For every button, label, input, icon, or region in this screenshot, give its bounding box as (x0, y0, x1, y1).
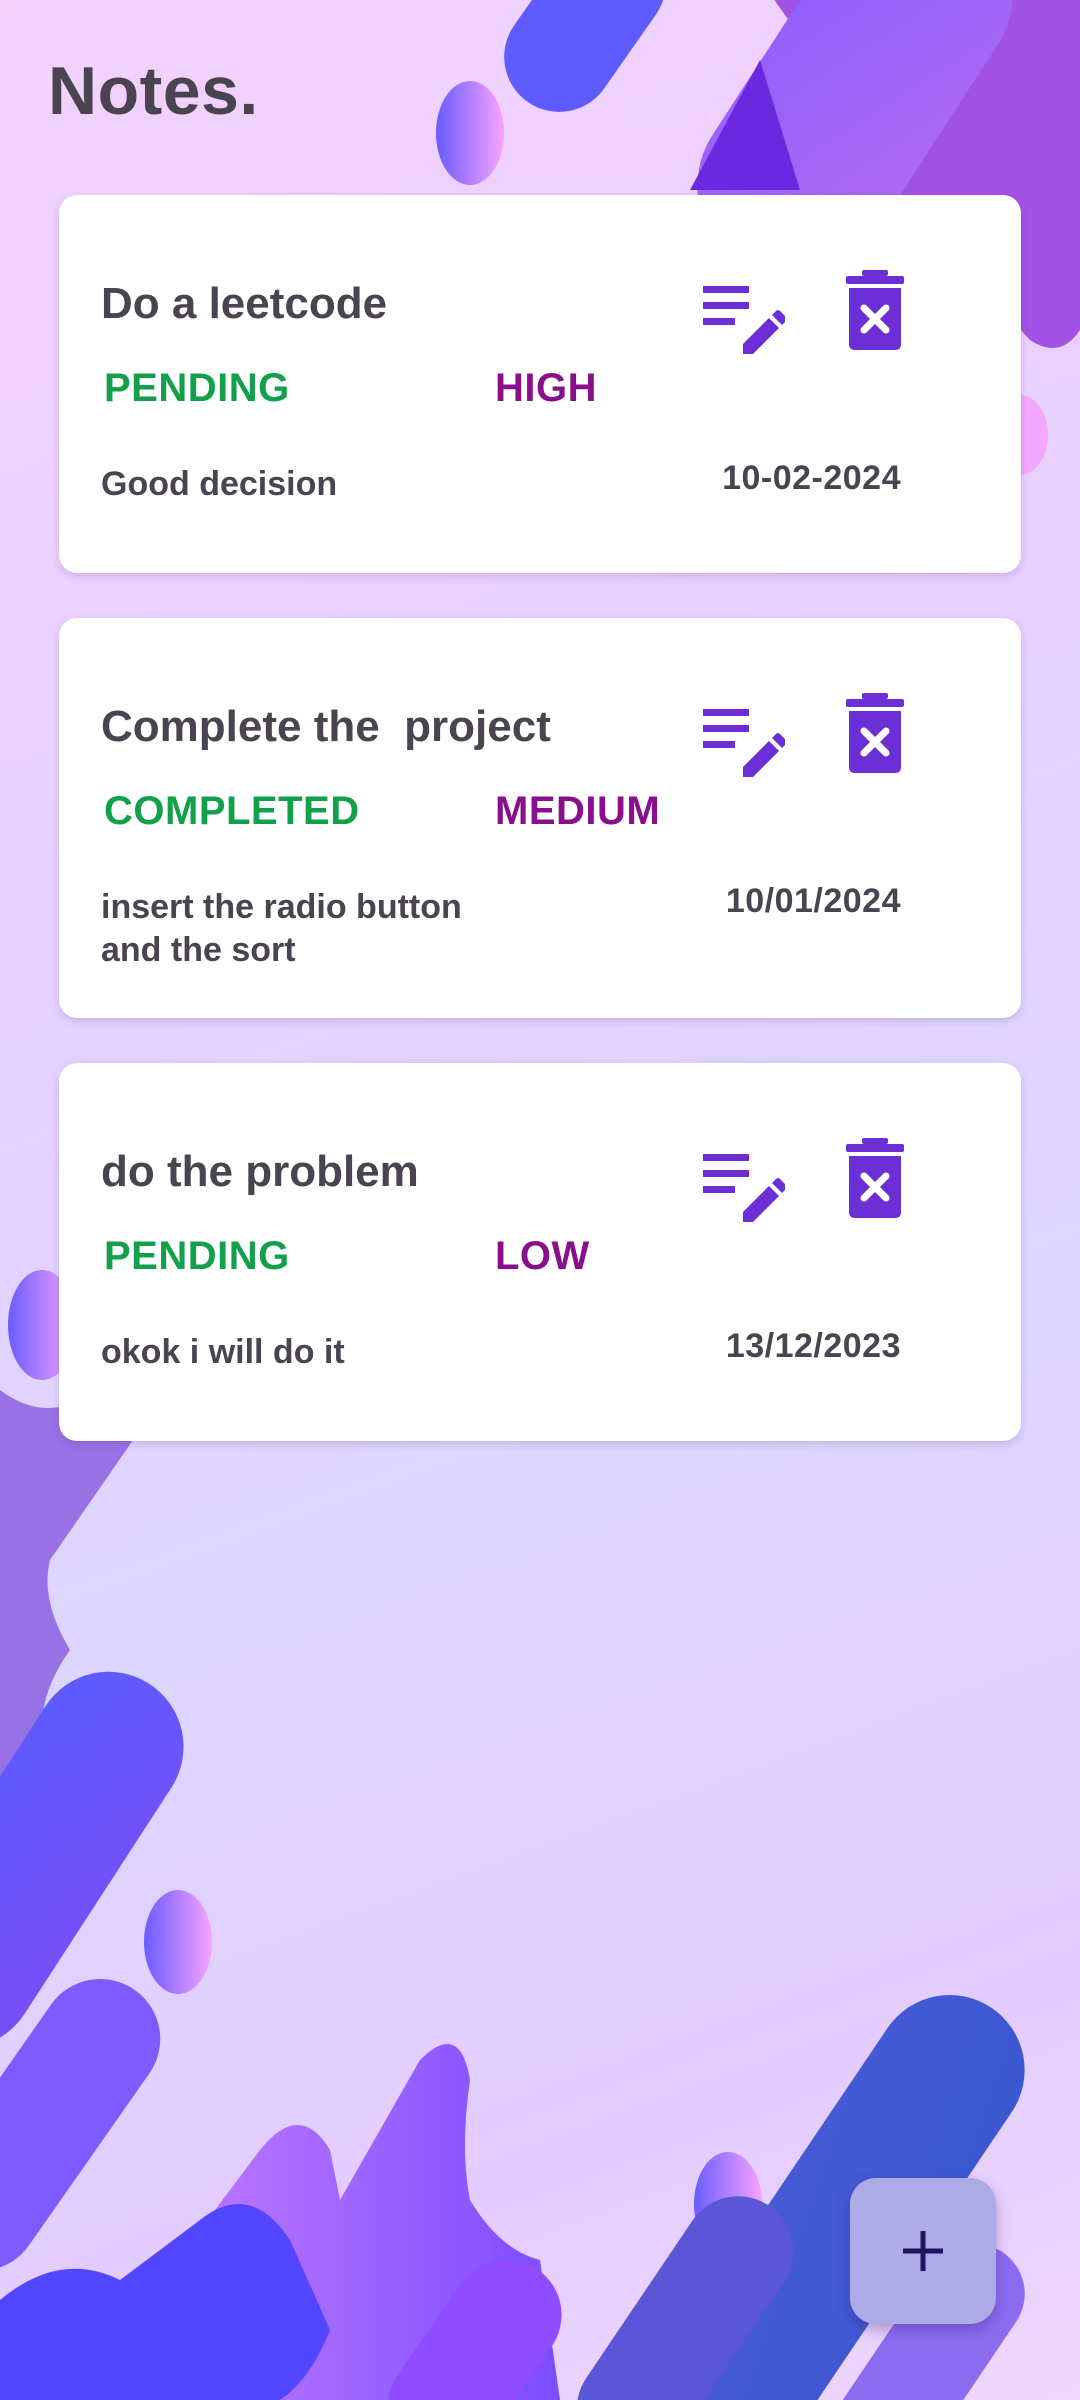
note-date: 13/12/2023 (725, 1327, 901, 1365)
note-card[interactable]: do the problem PENDING LOW okok i will d… (59, 1063, 1021, 1441)
note-title: Do a leetcode (101, 279, 388, 328)
edit-note-icon (703, 1154, 785, 1222)
edit-note-icon (703, 286, 785, 354)
delete-forever-icon (846, 1138, 904, 1218)
note-description: Good decision (101, 465, 338, 503)
delete-forever-icon (846, 693, 904, 773)
delete-note-button[interactable] (829, 1133, 921, 1225)
edit-note-button[interactable] (697, 273, 789, 365)
note-date: 10-02-2024 (722, 459, 901, 497)
note-status: PENDING (104, 366, 290, 410)
note-title: do the problem (101, 1147, 419, 1196)
delete-note-button[interactable] (829, 265, 921, 357)
note-date: 10/01/2024 (725, 882, 901, 920)
note-status: COMPLETED (104, 789, 360, 833)
note-title: Complete the project (101, 702, 551, 751)
delete-forever-icon (846, 270, 904, 350)
edit-note-button[interactable] (697, 1141, 789, 1233)
page-title: Notes. (48, 53, 259, 129)
note-priority: MEDIUM (495, 789, 661, 833)
plus-icon (903, 2231, 943, 2271)
note-card[interactable]: Complete the project COMPLETED MEDIUM in… (59, 618, 1021, 1018)
note-priority: LOW (495, 1234, 590, 1278)
edit-note-button[interactable] (697, 696, 789, 788)
note-priority: HIGH (495, 366, 597, 410)
note-description: insert the radio button and the sort (101, 888, 462, 969)
delete-note-button[interactable] (829, 688, 921, 780)
note-description: okok i will do it (101, 1333, 345, 1371)
add-note-button[interactable] (850, 2178, 996, 2324)
note-card[interactable]: Do a leetcode PENDING HIGH Good decision… (59, 195, 1021, 573)
edit-note-icon (703, 709, 785, 777)
note-status: PENDING (104, 1234, 290, 1278)
